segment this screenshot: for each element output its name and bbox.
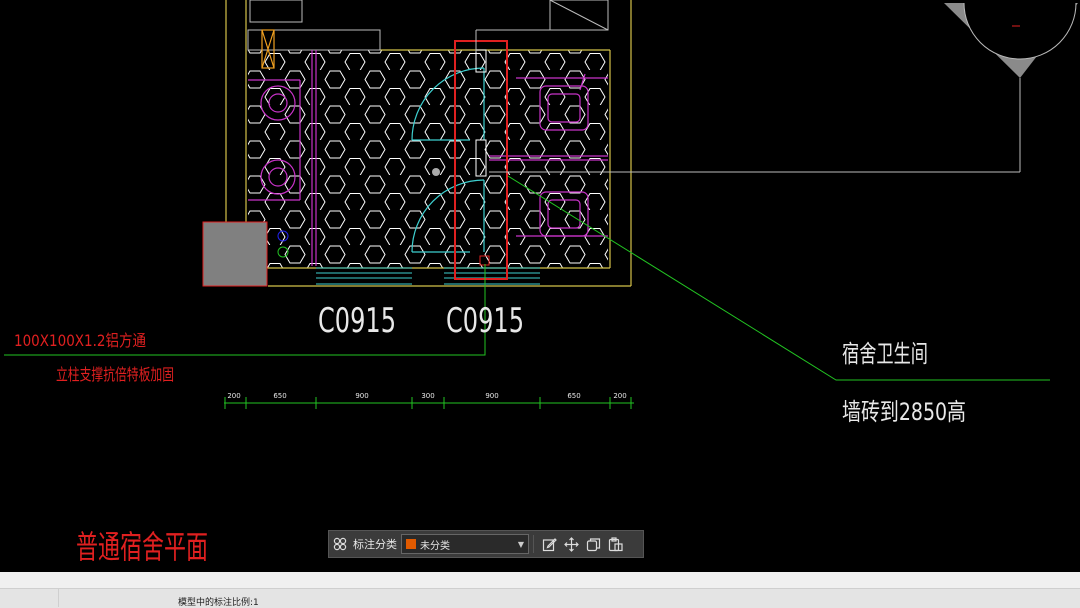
status-strip [0,588,1080,608]
cad-drawing-canvas[interactable]: 200 650 900 300 900 650 200 C0915 C0915 … [0,0,1080,572]
dim-label-3: 900 [355,392,368,400]
dim-label-5: 900 [485,392,498,400]
classify-label: 标注分类 [353,538,397,551]
copy-icon[interactable] [582,533,604,555]
window-label-right: C0915 [446,301,524,341]
annotation-scale-text: 模型中的标注比例:1 [178,598,259,608]
dim-label-7: 200 [613,392,626,400]
grid-icon[interactable] [329,533,351,555]
toolbar-divider [533,535,534,553]
column-block [202,221,268,287]
tile-floor [248,50,608,268]
paste-icon[interactable] [604,533,626,555]
dim-label-4: 300 [421,392,434,400]
note-wall-tile: 墙砖到2850高 [842,398,966,426]
category-value: 未分类 [420,540,450,552]
dim-label-6: 650 [567,392,580,400]
grip-point [432,168,440,176]
status-cell[interactable] [0,588,59,607]
dim-label-2: 650 [273,392,286,400]
category-dropdown[interactable]: 未分类 ▼ [401,534,529,554]
category-color-swatch [406,539,416,549]
move-icon[interactable] [560,533,582,555]
window-label-left: C0915 [318,301,396,341]
note-aluminum-tube: 100X100X1.2铝方通 [14,331,146,350]
edit-icon[interactable] [538,533,560,555]
drawing-title: 普通宿舍平面 [76,528,208,566]
annotation-toolbar: 标注分类 未分类 ▼ [328,530,644,558]
note-column-support: 立柱支撑抗倍特板加固 [56,365,174,384]
status-bar: 模型中的标注比例:1 [0,572,1080,608]
chevron-down-icon: ▼ [517,539,524,549]
dim-label-1: 200 [227,392,240,400]
upper-fixtures [247,0,609,51]
note-bathroom: 宿舍卫生间 [842,340,928,368]
